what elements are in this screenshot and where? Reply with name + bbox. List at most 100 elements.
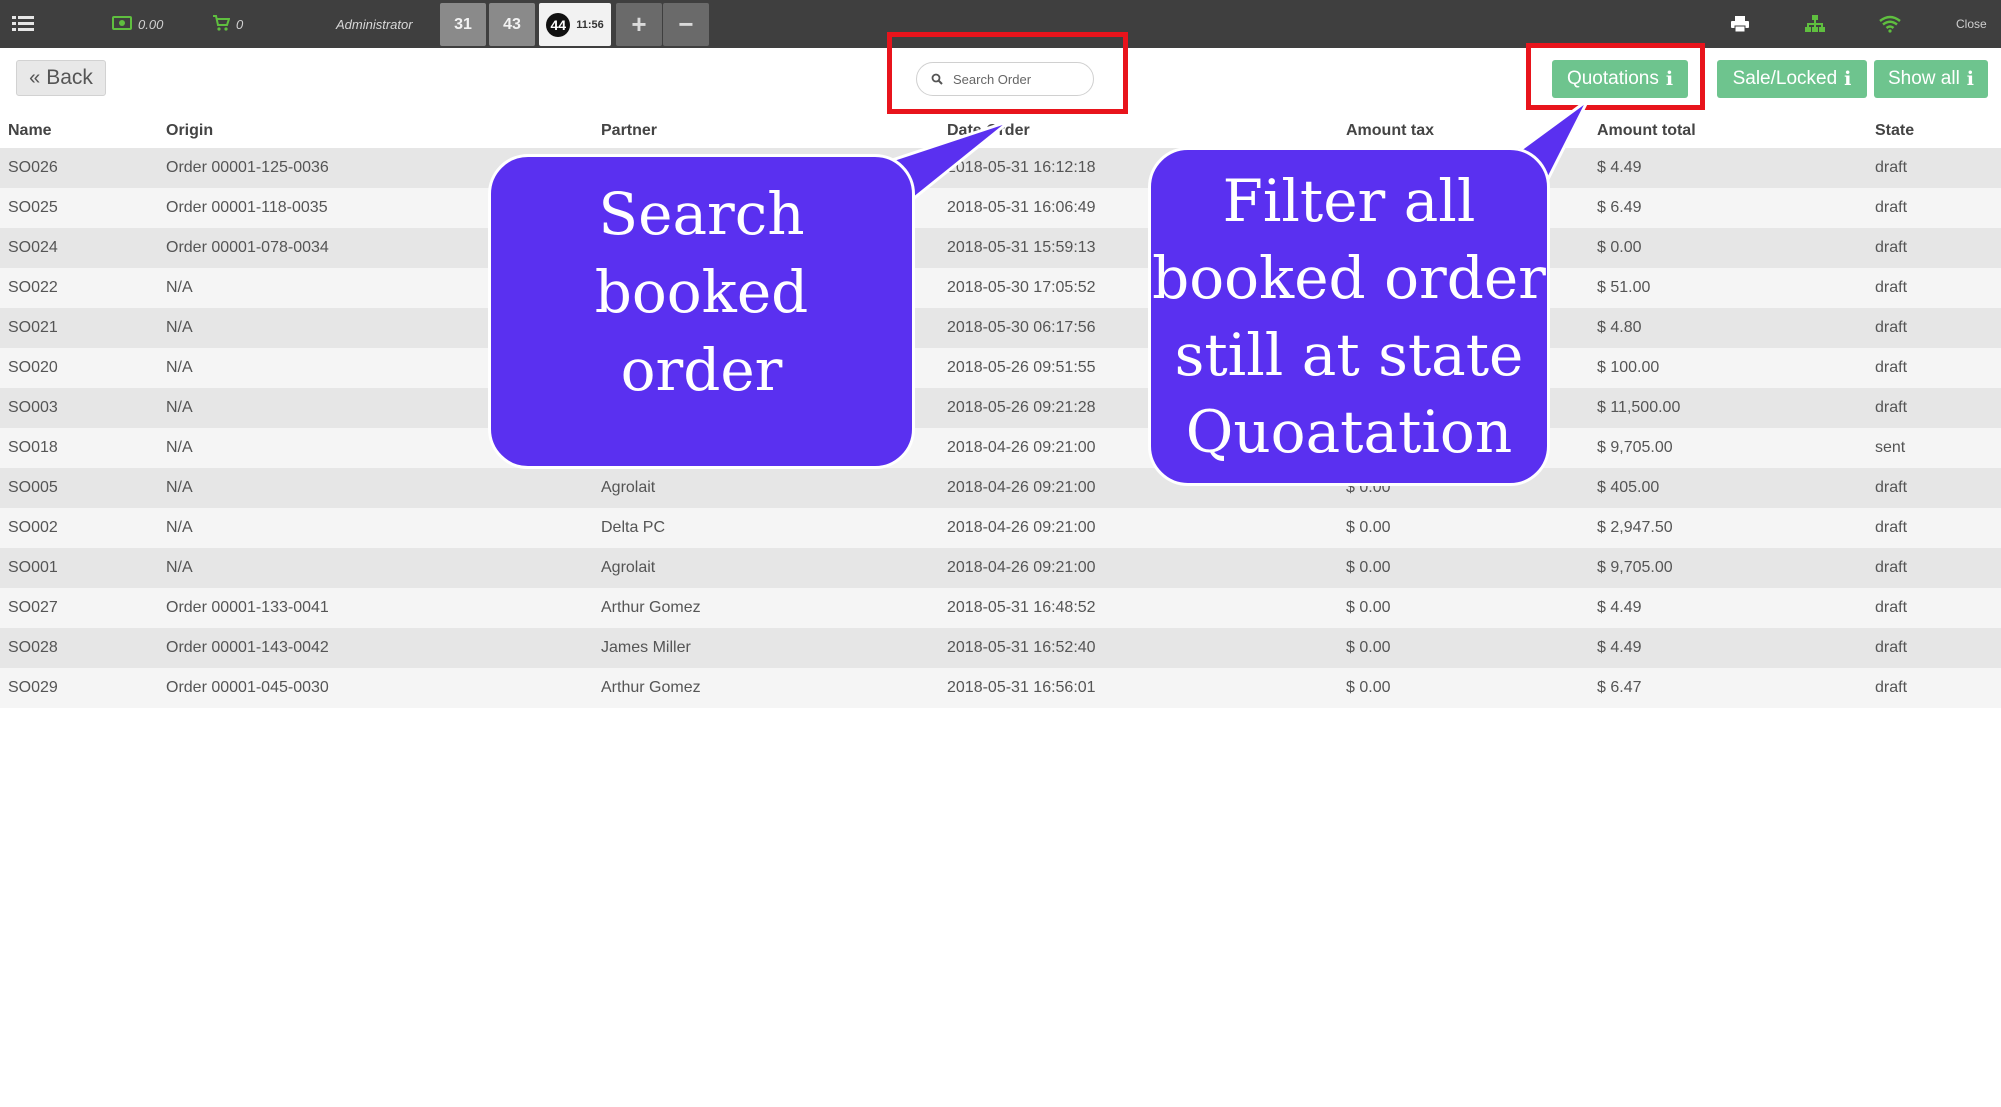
table-row[interactable]: SO020 N/A 2018-05-26 09:51:55 $ 100.00 draft [0, 348, 2001, 388]
cell-name: SO025 [8, 199, 58, 216]
info-icon: i [1844, 68, 1852, 90]
cart-indicator[interactable]: 0 [212, 0, 243, 48]
cell-origin: N/A [166, 519, 193, 536]
cell-date-order: 2018-04-26 09:21:00 [947, 559, 1096, 576]
table-row[interactable]: SO021 N/A 2018-05-30 06:17:56 $ 4.80 draft [0, 308, 2001, 348]
search-highlight-box [887, 32, 1128, 114]
cell-partner: Agrolait [601, 479, 656, 496]
order-tab[interactable]: 31 [440, 3, 486, 46]
list-icon[interactable] [12, 0, 36, 48]
cell-amount-total: $ 405.00 [1597, 479, 1660, 496]
cell-origin: N/A [166, 479, 193, 496]
column-header-amount-tax[interactable]: Amount tax [1338, 114, 1589, 148]
cell-amount-total: $ 11,500.00 [1597, 399, 1681, 416]
search-callout: Search booked order [488, 154, 915, 469]
show-all-filter-button[interactable]: Show all i [1874, 60, 1988, 98]
table-row[interactable]: SO025 Order 00001-118-0035 2018-05-31 16:0… [0, 188, 2001, 228]
cash-value: 0.00 [138, 16, 164, 32]
table-row[interactable]: SO028 Order 00001-143-0042 James Miller 201… [0, 628, 2001, 668]
column-header-date-order[interactable]: Date Order [939, 114, 1338, 148]
cell-name: SO020 [8, 359, 58, 376]
cell-state: draft [1875, 239, 1908, 256]
cell-name: SO003 [8, 399, 58, 416]
money-icon [112, 15, 132, 33]
cell-amount-total: $ 2,947.50 [1597, 519, 1673, 536]
print-icon[interactable] [1720, 0, 1760, 48]
column-header-name[interactable]: Name [0, 114, 158, 148]
filter-callout-line: Filter all [1222, 166, 1476, 235]
cell-date-order: 2018-05-31 16:56:01 [947, 679, 1096, 696]
user-name[interactable]: Administrator [336, 0, 413, 48]
table-row[interactable]: SO001 N/A Agrolait 2018-04-26 09:21:00 $ 0.0… [0, 548, 2001, 588]
cell-amount-total: $ 6.47 [1597, 679, 1642, 696]
remove-order-button[interactable]: − [663, 3, 709, 46]
quotations-highlight-box [1526, 43, 1705, 110]
cell-name: SO029 [8, 679, 58, 696]
column-header-origin[interactable]: Origin [158, 114, 593, 148]
cell-state: draft [1875, 479, 1908, 496]
order-tab-time: 11:56 [576, 18, 604, 31]
cell-origin: Order 00001-143-0042 [166, 639, 329, 656]
sale-locked-filter-button[interactable]: Sale/Locked i [1717, 60, 1867, 98]
info-icon: i [1966, 68, 1975, 90]
cell-state: draft [1875, 159, 1908, 176]
orders-table: Name Origin Partner Date Order Amount ta… [0, 114, 2001, 708]
table-row[interactable]: SO026 Order 00001-125-0036 2018-05-31 16:1… [0, 148, 2001, 188]
sitemap-icon[interactable] [1795, 0, 1835, 48]
cell-origin: N/A [166, 559, 193, 576]
add-order-button[interactable]: + [616, 3, 662, 46]
table-row[interactable]: SO005 N/A Agrolait 2018-04-26 09:21:00 $ 0.0… [0, 468, 2001, 508]
cell-state: draft [1875, 359, 1908, 376]
show-all-label: Show all [1887, 68, 1960, 89]
cell-partner: James Miller [601, 639, 691, 656]
cell-partner: Delta PC [601, 519, 666, 536]
close-button[interactable]: Close [1956, 0, 1987, 48]
back-button[interactable]: « Back [16, 60, 106, 96]
table-row[interactable]: SO018 N/A 2018-04-26 09:21:00 $ 9,705.00 sen… [0, 428, 2001, 468]
cell-amount-total: $ 9,705.00 [1597, 439, 1673, 456]
search-callout-line: Search booked [594, 179, 809, 326]
cell-state: draft [1875, 559, 1908, 576]
cell-amount-total: $ 0.00 [1597, 239, 1642, 256]
cell-name: SO026 [8, 159, 58, 176]
cell-name: SO027 [8, 599, 58, 616]
table-header-row: Name Origin Partner Date Order Amount ta… [0, 114, 2001, 148]
order-tab-active[interactable]: 44 11:56 [539, 3, 611, 46]
cell-amount-total: $ 100.00 [1597, 359, 1660, 376]
cell-name: SO018 [8, 439, 58, 456]
cell-amount-total: $ 4.80 [1597, 319, 1642, 336]
cell-amount-tax: $ 0.00 [1346, 639, 1391, 656]
table-row[interactable]: SO022 N/A 2018-05-30 17:05:52 $ 51.00 draft [0, 268, 2001, 308]
search-callout-line: order [620, 335, 783, 404]
cell-amount-total: $ 4.49 [1597, 639, 1642, 656]
cell-amount-tax: $ 0.00 [1346, 519, 1391, 536]
wifi-icon[interactable] [1870, 0, 1910, 48]
table-row[interactable]: SO027 Order 00001-133-0041 Arthur Gomez 201… [0, 588, 2001, 628]
cell-amount-total: $ 4.49 [1597, 599, 1642, 616]
cell-amount-tax: $ 0.00 [1346, 599, 1391, 616]
column-header-amount-total[interactable]: Amount total [1589, 114, 1867, 148]
cell-amount-tax: $ 0.00 [1346, 559, 1391, 576]
table-row[interactable]: SO029 Order 00001-045-0030 Arthur Gomez 201… [0, 668, 2001, 708]
cell-state: draft [1875, 639, 1908, 656]
cell-amount-total: $ 4.49 [1597, 159, 1642, 176]
cell-state: draft [1875, 199, 1908, 216]
back-button-label: Back [46, 66, 93, 89]
column-header-state[interactable]: State [1867, 114, 2001, 148]
sale-locked-label: Sale/Locked [1732, 68, 1838, 89]
cell-state: draft [1875, 279, 1908, 296]
column-header-partner[interactable]: Partner [593, 114, 939, 148]
order-tab[interactable]: 43 [489, 3, 535, 46]
cell-state: draft [1875, 399, 1908, 416]
cell-amount-total: $ 51.00 [1597, 279, 1651, 296]
table-row[interactable]: SO002 N/A Delta PC 2018-04-26 09:21:00 $ 0.0… [0, 508, 2001, 548]
table-row[interactable]: SO003 N/A 2018-05-26 09:21:28 $ 11,500.00 dr… [0, 388, 2001, 428]
cell-amount-total: $ 9,705.00 [1597, 559, 1673, 576]
cart-value: 0 [236, 16, 244, 32]
filter-callout-line: Quoatation [1185, 397, 1513, 466]
cash-indicator[interactable]: 0.00 [112, 0, 163, 48]
table-row[interactable]: SO024 Order 00001-078-0034 2018-05-31 15:5… [0, 228, 2001, 268]
cell-name: SO002 [8, 519, 58, 536]
cell-origin: Order 00001-045-0030 [166, 679, 329, 696]
cell-date-order: 2018-05-31 16:52:40 [947, 639, 1096, 656]
